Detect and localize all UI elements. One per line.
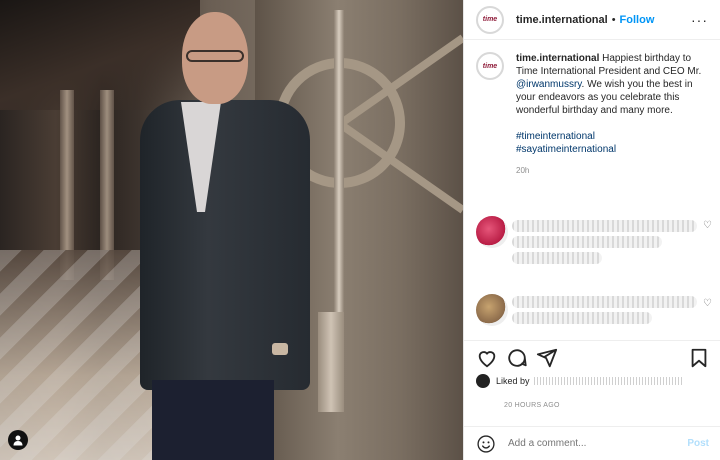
blurred-comment-text xyxy=(512,312,652,324)
post-comment-button[interactable]: Post xyxy=(687,438,709,449)
vault-hinge xyxy=(318,312,344,412)
blurred-liker-names xyxy=(533,377,684,385)
instagram-post: time time.international • Follow ··· tim… xyxy=(0,0,720,460)
tagged-user-icon[interactable] xyxy=(8,430,28,450)
comment-like-icon[interactable]: ♡ xyxy=(703,220,712,231)
person-trousers xyxy=(152,380,274,460)
post-sidebar: time time.international • Follow ··· tim… xyxy=(463,0,720,460)
avatar-logo-text: time xyxy=(482,16,498,23)
account-avatar[interactable]: time xyxy=(476,5,504,34)
comment-like-icon[interactable]: ♡ xyxy=(703,298,712,309)
post-timestamp: 20 HOURS AGO xyxy=(504,402,560,409)
bookmark-icon[interactable] xyxy=(688,347,710,369)
follow-button[interactable]: Follow xyxy=(620,14,655,26)
blurred-comment-text xyxy=(512,296,697,308)
add-comment-bar: Post xyxy=(464,426,720,460)
caption-mention[interactable]: @irwanmussry xyxy=(516,79,582,90)
caption-avatar[interactable]: time xyxy=(476,52,504,80)
post-photo[interactable] xyxy=(0,0,463,460)
hashtag-link[interactable]: #sayatimeinternational xyxy=(516,144,616,155)
commenter-avatar[interactable] xyxy=(476,216,508,248)
blurred-comment-text xyxy=(512,252,602,264)
blurred-comment-text xyxy=(512,220,697,232)
person-watch xyxy=(272,343,288,355)
more-options-icon[interactable]: ··· xyxy=(691,12,708,28)
caption: time time.international Happiest birthda… xyxy=(464,40,720,177)
caption-time: 20h xyxy=(516,166,530,175)
liker-avatar[interactable] xyxy=(476,374,490,388)
hashtag-link[interactable]: #timeinternational xyxy=(516,131,595,142)
share-icon[interactable] xyxy=(536,347,558,369)
action-bar xyxy=(464,340,720,369)
comment-item: ♡ xyxy=(476,212,716,264)
post-header: time time.international • Follow ··· xyxy=(464,0,720,40)
likes-prefix: Liked by xyxy=(496,376,530,386)
comment-item: ♡ xyxy=(476,290,716,338)
header-username[interactable]: time.international xyxy=(516,14,608,26)
header-separator: • xyxy=(611,13,616,26)
person-glasses xyxy=(186,50,244,62)
caption-username[interactable]: time.international xyxy=(516,53,599,64)
caption-text: time.international Happiest birthday to … xyxy=(516,52,706,177)
comment-input[interactable] xyxy=(506,437,688,450)
comment-icon[interactable] xyxy=(506,347,528,369)
commenter-avatar[interactable] xyxy=(476,294,508,326)
emoji-icon[interactable] xyxy=(476,434,496,454)
likes-row: Liked by xyxy=(476,374,684,388)
avatar-logo-text: time xyxy=(482,62,498,70)
heart-icon[interactable] xyxy=(476,347,498,369)
blurred-comment-text xyxy=(512,236,662,248)
